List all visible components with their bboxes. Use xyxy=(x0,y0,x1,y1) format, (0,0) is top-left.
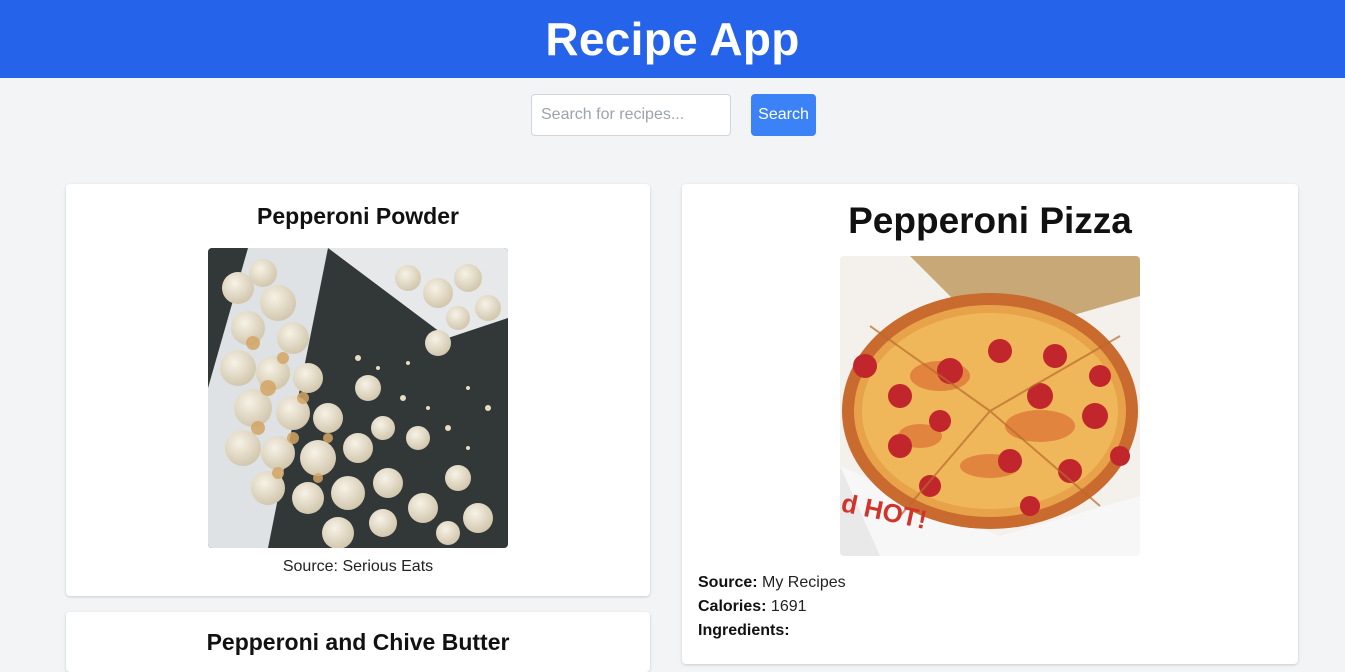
detail-calories-label: Calories: xyxy=(698,598,767,615)
detail-calories: Calories: 1691 xyxy=(698,598,807,616)
recipe-detail-title: Pepperoni Pizza xyxy=(848,200,1132,241)
recipe-card[interactable]: Pepperoni and Chive Butter xyxy=(66,612,650,672)
search-bar: Search xyxy=(0,94,1345,136)
recipe-source-value: Serious Eats xyxy=(342,558,434,575)
app-title: Recipe App xyxy=(545,13,800,65)
detail-source-label: Source: xyxy=(698,574,758,591)
recipe-card-title: Pepperoni and Chive Butter xyxy=(206,629,510,655)
recipe-image xyxy=(208,248,508,548)
detail-source: Source: My Recipes xyxy=(698,574,846,592)
recipe-card[interactable]: Pepperoni Powder Source: Serious Eats xyxy=(66,184,650,596)
detail-source-value: My Recipes xyxy=(762,574,846,591)
app-header: Recipe App xyxy=(0,0,1345,78)
recipe-source: Source: Serious Eats xyxy=(66,558,650,576)
recipe-detail-image: d HOT! xyxy=(840,256,1140,556)
detail-calories-value: 1691 xyxy=(770,598,807,615)
recipe-card-title: Pepperoni Powder xyxy=(257,203,459,229)
detail-ingredients: Ingredients: xyxy=(698,622,790,640)
pizza-image: d HOT! xyxy=(840,256,1140,556)
search-button[interactable]: Search xyxy=(751,94,816,136)
recipe-source-label: Source: xyxy=(282,558,338,575)
recipe-detail-card: Pepperoni Pizza d HOT! Source: My Recipe… xyxy=(682,184,1298,664)
search-input[interactable] xyxy=(531,94,731,136)
popcorn-image xyxy=(208,248,508,548)
detail-ingredients-label: Ingredients: xyxy=(698,622,790,639)
